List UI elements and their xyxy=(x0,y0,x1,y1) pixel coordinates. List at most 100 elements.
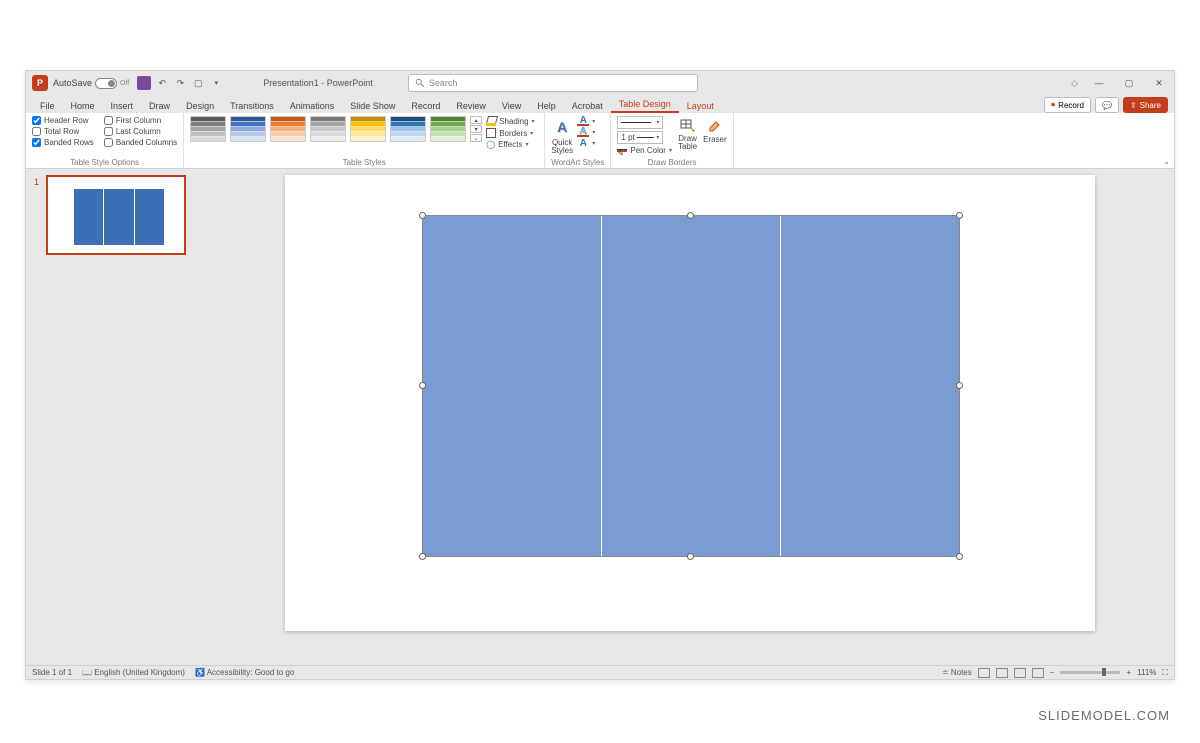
effects-icon: ◯ xyxy=(486,140,495,149)
borders-button[interactable]: Borders▾ xyxy=(486,128,538,138)
from-beginning-button[interactable]: ▢ xyxy=(191,76,205,90)
sorter-view-button[interactable] xyxy=(996,668,1008,678)
notes-button[interactable]: ≐ Notes xyxy=(942,668,972,677)
slideshow-view-button[interactable] xyxy=(1032,668,1044,678)
draw-table-icon xyxy=(679,116,697,134)
table-style-3[interactable] xyxy=(270,116,306,142)
resize-handle-n[interactable] xyxy=(687,212,694,219)
tab-home[interactable]: Home xyxy=(63,98,103,113)
account-icon[interactable]: ◇ xyxy=(1071,78,1078,89)
maximize-button[interactable]: ▢ xyxy=(1114,71,1144,95)
tab-record[interactable]: Record xyxy=(403,98,448,113)
tab-slideshow[interactable]: Slide Show xyxy=(342,98,403,113)
group-label: WordArt Styles xyxy=(551,157,604,167)
check-header-row[interactable]: Header Row xyxy=(32,116,94,125)
check-total-row[interactable]: Total Row xyxy=(32,127,94,136)
search-icon xyxy=(415,78,425,88)
group-table-style-options: Header Row First Column Total Row Last C… xyxy=(26,113,184,168)
zoom-level[interactable]: 111% xyxy=(1137,668,1156,677)
table-style-2[interactable] xyxy=(230,116,266,142)
draw-table-button[interactable]: Draw Table xyxy=(678,116,697,151)
tab-layout[interactable]: Layout xyxy=(679,98,722,113)
text-outline-icon: A xyxy=(577,127,589,137)
tab-view[interactable]: View xyxy=(494,98,529,113)
text-effects-button[interactable]: A▾ xyxy=(577,138,595,148)
border-icon xyxy=(486,128,496,138)
slide-canvas-area[interactable] xyxy=(206,169,1174,665)
group-label: Table Style Options xyxy=(32,157,177,167)
resize-handle-s[interactable] xyxy=(687,553,694,560)
resize-handle-w[interactable] xyxy=(419,382,426,389)
resize-handle-se[interactable] xyxy=(956,553,963,560)
redo-button[interactable]: ↷ xyxy=(173,76,187,90)
text-fill-button[interactable]: A▾ xyxy=(577,116,595,126)
check-first-column[interactable]: First Column xyxy=(104,116,177,125)
slide-counter: Slide 1 of 1 xyxy=(32,668,72,677)
check-banded-rows[interactable]: Banded Rows xyxy=(32,138,94,147)
group-label: Draw Borders xyxy=(617,157,726,167)
qat-dropdown[interactable]: ▾ xyxy=(209,76,223,90)
group-table-styles: ▴▾⌄ Shading▾ Borders▾ ◯Effects▾ Table St… xyxy=(184,113,545,168)
thumb-table-preview xyxy=(74,189,164,245)
tab-draw[interactable]: Draw xyxy=(141,98,178,113)
ribbon-tabs: File Home Insert Draw Design Transitions… xyxy=(26,95,1174,113)
check-last-column[interactable]: Last Column xyxy=(104,127,177,136)
pen-weight-select[interactable]: 1 pt▾ xyxy=(617,131,663,144)
resize-handle-sw[interactable] xyxy=(419,553,426,560)
normal-view-button[interactable] xyxy=(978,668,990,678)
language-status[interactable]: 📖 English (United Kingdom) xyxy=(82,668,185,677)
quick-styles-button[interactable]: A Quick Styles xyxy=(551,116,573,155)
save-button[interactable] xyxy=(137,76,151,90)
resize-handle-ne[interactable] xyxy=(956,212,963,219)
pen-color-button[interactable]: ✎Pen Color▾ xyxy=(617,146,672,155)
zoom-out-button[interactable]: − xyxy=(1050,668,1055,677)
text-outline-button[interactable]: A▾ xyxy=(577,127,595,137)
tab-insert[interactable]: Insert xyxy=(103,98,142,113)
reading-view-button[interactable] xyxy=(1014,668,1026,678)
status-bar: Slide 1 of 1 📖 English (United Kingdom) … xyxy=(26,665,1174,679)
minimize-button[interactable]: — xyxy=(1084,71,1114,95)
tab-animations[interactable]: Animations xyxy=(282,98,343,113)
table-style-7[interactable] xyxy=(430,116,466,142)
share-button[interactable]: ⇪Share xyxy=(1123,97,1168,113)
shading-button[interactable]: Shading▾ xyxy=(486,116,538,126)
tab-transitions[interactable]: Transitions xyxy=(222,98,282,113)
record-button[interactable]: ⏺Record xyxy=(1044,97,1091,113)
app-icon: P xyxy=(32,75,48,91)
tab-table-design[interactable]: Table Design xyxy=(611,96,679,113)
collapse-ribbon-button[interactable]: ⌄ xyxy=(1163,157,1170,166)
zoom-in-button[interactable]: + xyxy=(1126,668,1131,677)
tab-acrobat[interactable]: Acrobat xyxy=(564,98,611,113)
slide-canvas[interactable] xyxy=(285,175,1095,631)
search-box[interactable]: Search xyxy=(408,74,698,92)
tab-review[interactable]: Review xyxy=(448,98,494,113)
slide-thumbnail-1[interactable] xyxy=(46,175,186,255)
slide-thumbnail-panel[interactable]: 1 xyxy=(26,169,206,665)
table-style-6[interactable] xyxy=(390,116,426,142)
accessibility-status[interactable]: ♿ Accessibility: Good to go xyxy=(195,668,294,677)
pen-style-select[interactable]: ▾ xyxy=(617,116,663,129)
fit-to-window-button[interactable]: ⛶ xyxy=(1162,668,1168,678)
watermark: SLIDEMODEL.COM xyxy=(1038,708,1170,723)
tab-help[interactable]: Help xyxy=(529,98,564,113)
eraser-button[interactable]: Eraser xyxy=(703,116,727,144)
autosave-toggle[interactable] xyxy=(95,78,117,89)
selected-table[interactable] xyxy=(422,215,960,557)
table-style-5[interactable] xyxy=(350,116,386,142)
table-style-1[interactable] xyxy=(190,116,226,142)
search-placeholder: Search xyxy=(429,78,458,88)
resize-handle-nw[interactable] xyxy=(419,212,426,219)
effects-button[interactable]: ◯Effects▾ xyxy=(486,140,538,149)
resize-handle-e[interactable] xyxy=(956,382,963,389)
check-banded-columns[interactable]: Banded Columns xyxy=(104,138,177,147)
tab-file[interactable]: File xyxy=(32,98,63,113)
comments-button[interactable]: 💬 xyxy=(1095,97,1119,113)
title-bar: P AutoSave Off ↶ ↷ ▢ ▾ Presentation1 - P… xyxy=(26,71,1174,95)
undo-button[interactable]: ↶ xyxy=(155,76,169,90)
close-button[interactable]: ✕ xyxy=(1144,71,1174,95)
quick-styles-icon: A xyxy=(551,116,573,138)
zoom-slider[interactable] xyxy=(1060,671,1120,674)
tab-design[interactable]: Design xyxy=(178,98,222,113)
table-style-scroller[interactable]: ▴▾⌄ xyxy=(470,116,482,142)
table-style-4[interactable] xyxy=(310,116,346,142)
